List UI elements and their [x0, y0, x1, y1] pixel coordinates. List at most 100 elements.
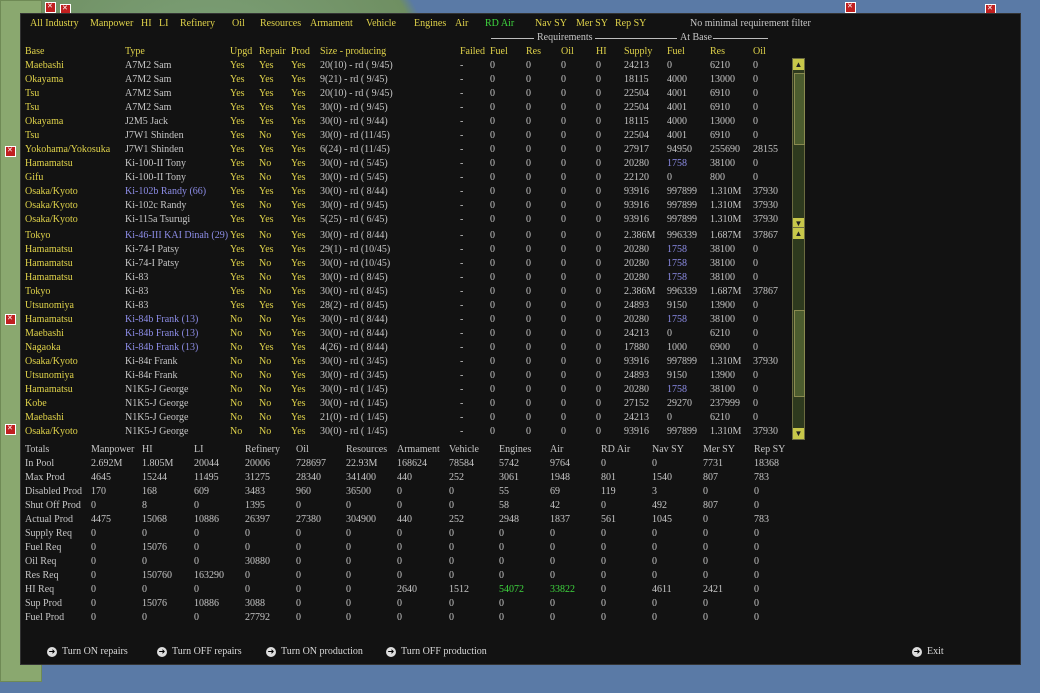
- row-base[interactable]: Hamamatsu: [25, 383, 73, 396]
- row-base[interactable]: Osaka/Kyoto: [25, 213, 78, 226]
- row-base[interactable]: Hamamatsu: [25, 271, 73, 284]
- row-cell: 0: [596, 158, 601, 169]
- totals-cell: 0: [652, 556, 657, 567]
- column-header[interactable]: Size - producing: [320, 45, 386, 58]
- row-base[interactable]: Tsu: [25, 87, 39, 100]
- filter-tab[interactable]: Resources: [260, 17, 301, 30]
- row-base[interactable]: Maebashi: [25, 59, 64, 72]
- filter-tab[interactable]: Air: [455, 17, 468, 30]
- column-header[interactable]: Type: [125, 45, 145, 58]
- totals-cell: 304900: [346, 514, 376, 525]
- row-cell: 0: [753, 370, 758, 381]
- row-cell: Yes: [291, 258, 306, 269]
- row-base[interactable]: Osaka/Kyoto: [25, 185, 78, 198]
- totals-cell: 0: [703, 542, 708, 553]
- row-base[interactable]: Tokyo: [25, 285, 50, 298]
- row-base[interactable]: Hamamatsu: [25, 257, 73, 270]
- totals-cell: 801: [601, 472, 616, 483]
- column-header[interactable]: Repair: [259, 45, 286, 58]
- row-cell: 0: [526, 412, 531, 423]
- scroll-thumb[interactable]: [794, 73, 805, 145]
- row-base[interactable]: Kobe: [25, 397, 47, 410]
- totals-cell: 0: [397, 612, 402, 623]
- totals-cell: 1948: [550, 472, 570, 483]
- row-cell: 0: [753, 272, 758, 283]
- row-base[interactable]: Okayama: [25, 73, 63, 86]
- column-header[interactable]: Prod: [291, 45, 310, 58]
- totals-cell: 0: [91, 542, 96, 553]
- turn-on-production-button[interactable]: ➜ Turn ON production: [266, 645, 363, 659]
- row-base[interactable]: Maebashi: [25, 411, 64, 424]
- column-header[interactable]: Res: [710, 45, 725, 58]
- row-base[interactable]: Osaka/Kyoto: [25, 199, 78, 212]
- row-base[interactable]: Gifu: [25, 171, 43, 184]
- row-base[interactable]: Hamamatsu: [25, 313, 73, 326]
- filter-tab[interactable]: Armament: [310, 17, 353, 30]
- column-header[interactable]: Upgd: [230, 45, 252, 58]
- totals-cell: 54072: [499, 584, 524, 595]
- filter-tab[interactable]: RD Air: [485, 17, 514, 30]
- filter-tab[interactable]: Rep SY: [615, 17, 646, 30]
- filter-tab[interactable]: LI: [159, 17, 168, 30]
- table-scrollbar[interactable]: ▲ ▼: [792, 58, 805, 230]
- turn-on-repairs-button[interactable]: ➜ Turn ON repairs: [47, 645, 128, 659]
- row-base[interactable]: Osaka/Kyoto: [25, 425, 78, 438]
- row-base[interactable]: Utsunomiya: [25, 369, 74, 382]
- column-header[interactable]: Base: [25, 45, 44, 58]
- row-base[interactable]: Hamamatsu: [25, 157, 73, 170]
- row-base[interactable]: Tokyo: [25, 229, 50, 242]
- filter-tab[interactable]: Mer SY: [576, 17, 608, 30]
- row-base[interactable]: Osaka/Kyoto: [25, 355, 78, 368]
- arrow-up-icon[interactable]: ▲: [793, 59, 804, 70]
- row-base[interactable]: Utsunomiya: [25, 299, 74, 312]
- row-base[interactable]: Maebashi: [25, 327, 64, 340]
- row-cell: 1.310M: [710, 200, 742, 211]
- row-cell: 4(26) - rd ( 8/44): [320, 342, 388, 353]
- column-header[interactable]: Fuel: [667, 45, 685, 58]
- row-base[interactable]: Okayama: [25, 115, 63, 128]
- row-cell: 0: [526, 60, 531, 71]
- column-header[interactable]: Failed: [460, 45, 485, 58]
- filter-tab[interactable]: Vehicle: [366, 17, 396, 30]
- row-cell: 997899: [667, 214, 697, 225]
- row-cell: 0: [753, 328, 758, 339]
- filter-tab[interactable]: HI: [141, 17, 152, 30]
- turn-off-production-button[interactable]: ➜ Turn OFF production: [386, 645, 487, 659]
- row-cell: 0: [526, 314, 531, 325]
- row-cell: 0: [753, 172, 758, 183]
- column-header[interactable]: Res: [526, 45, 541, 58]
- arrow-down-icon[interactable]: ▼: [793, 428, 804, 439]
- filter-tab[interactable]: Engines: [414, 17, 446, 30]
- filter-tab[interactable]: Oil: [232, 17, 245, 30]
- row-base[interactable]: Yokohama/Yokosuka: [25, 143, 110, 156]
- row-cell: -: [460, 244, 464, 255]
- row-cell: 0: [596, 398, 601, 409]
- arrow-up-icon[interactable]: ▲: [793, 228, 804, 239]
- row-cell: Yes: [291, 412, 306, 423]
- filter-tab[interactable]: Manpower: [90, 17, 133, 30]
- row-cell: Yes: [230, 172, 245, 183]
- filter-tab[interactable]: Nav SY: [535, 17, 567, 30]
- column-header[interactable]: Supply: [624, 45, 652, 58]
- row-base[interactable]: Nagaoka: [25, 341, 61, 354]
- row-base[interactable]: Hamamatsu: [25, 243, 73, 256]
- table-scrollbar[interactable]: ▲ ▼: [792, 227, 805, 440]
- scroll-thumb[interactable]: [794, 310, 805, 397]
- row-cell: Yes: [230, 88, 245, 99]
- filter-tab[interactable]: All Industry: [30, 17, 79, 30]
- column-header[interactable]: Fuel: [490, 45, 508, 58]
- column-header[interactable]: HI: [596, 45, 607, 58]
- no-min-requirement-filter[interactable]: No minimal requirement filter: [690, 17, 811, 30]
- column-header[interactable]: Oil: [561, 45, 574, 58]
- row-cell: No: [259, 258, 272, 269]
- filter-tab[interactable]: Refinery: [180, 17, 215, 30]
- row-cell: 0: [753, 88, 758, 99]
- column-header[interactable]: Oil: [753, 45, 766, 58]
- row-base[interactable]: Tsu: [25, 101, 39, 114]
- exit-button[interactable]: ➜ Exit: [912, 645, 944, 659]
- row-base[interactable]: Tsu: [25, 129, 39, 142]
- row-cell: Yes: [230, 272, 245, 283]
- totals-cell: 0: [346, 570, 351, 581]
- row-cell: Yes: [230, 258, 245, 269]
- turn-off-repairs-button[interactable]: ➜ Turn OFF repairs: [157, 645, 242, 659]
